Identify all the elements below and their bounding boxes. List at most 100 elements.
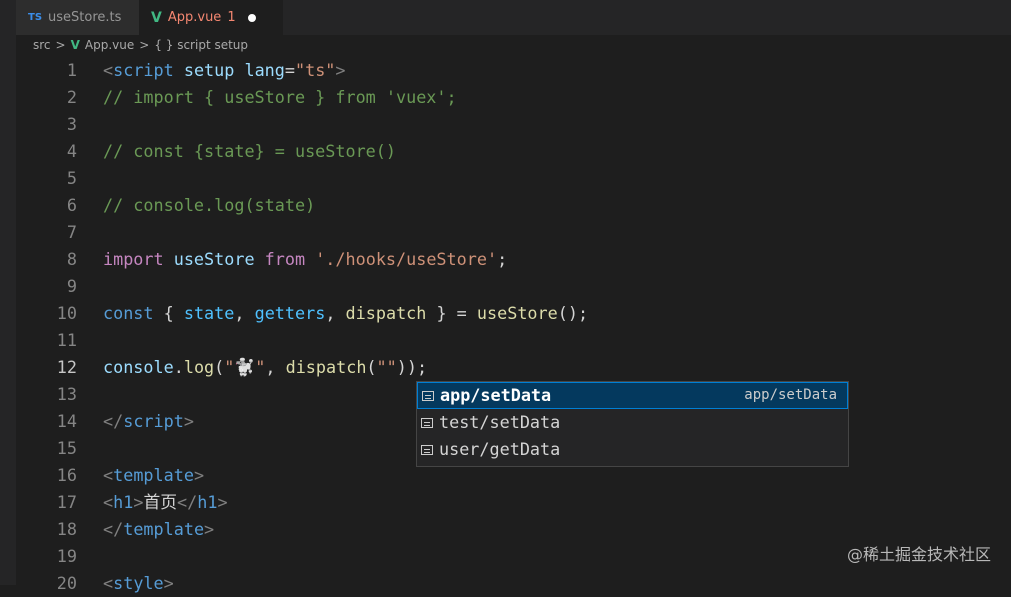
code-token: ( — [366, 357, 377, 377]
code-token: > — [217, 492, 228, 512]
code-token: const — [103, 303, 154, 323]
vue-icon: V — [151, 9, 162, 26]
breadcrumb-file[interactable]: App.vue — [85, 38, 134, 52]
code-token: h1 — [197, 492, 218, 512]
line-number: 6 — [66, 195, 77, 215]
code-token: import — [103, 249, 164, 269]
code-token: console — [103, 357, 174, 377]
code-text: // const {state} = useStore() — [103, 138, 396, 165]
suggestion-label: user/getData — [439, 439, 561, 459]
code-token: > — [193, 465, 205, 485]
code-text: const { state, getters, dispatch } = use… — [103, 300, 588, 327]
suggestion-label: app/setData — [440, 385, 552, 405]
code-token: > — [204, 519, 215, 539]
chevron-right-icon: > — [55, 38, 66, 52]
line-number: 13 — [56, 384, 77, 404]
breadcrumb-symbol[interactable]: { } script setup — [154, 38, 248, 52]
chevron-right-icon: > — [139, 38, 150, 52]
code-token: template — [123, 519, 205, 539]
code-token: useStore — [163, 249, 265, 269]
code-token: "" — [376, 357, 397, 377]
line-number: 8 — [66, 249, 77, 269]
code-token: } = — [426, 303, 477, 323]
code-token: (); — [557, 303, 589, 323]
code-text: </script> — [103, 408, 194, 435]
unsaved-dot-icon[interactable] — [247, 13, 256, 22]
code-token: // console.log(state) — [103, 195, 316, 215]
line-number: 2 — [66, 87, 77, 107]
text-icon — [421, 417, 433, 428]
code-text: </template> — [103, 516, 214, 543]
suggestion-detail: app/setData — [744, 387, 837, 403]
tab-app-vue[interactable]: V App.vue 1 — [139, 0, 283, 35]
autocomplete-widget: app/setData app/setData test/setData user… — [416, 381, 849, 467]
code-token: > — [133, 492, 144, 512]
code-token: > — [183, 411, 194, 431]
code-token: ); — [406, 357, 428, 377]
breadcrumb: src > V App.vue > { } script setup — [33, 38, 248, 52]
code-token: < — [103, 465, 114, 485]
code-token: getters — [254, 303, 326, 323]
code-token: </ — [103, 411, 124, 431]
code-token: { — [153, 303, 184, 323]
code-token: </ — [177, 492, 198, 512]
code-token: = — [284, 60, 295, 80]
code-token: // import { useStore } from 'vuex'; — [103, 87, 457, 107]
code-token: , — [325, 303, 346, 323]
code-token: > — [335, 60, 346, 80]
line-number: 10 — [56, 303, 77, 323]
code-token: dispatch — [285, 357, 367, 377]
code-text: <h1>首页</h1> — [103, 489, 228, 516]
line-number: 20 — [56, 573, 77, 593]
code-token: dispatch — [345, 303, 427, 323]
code-token: "🐩" — [224, 357, 266, 377]
code-text: <script setup lang="ts"> — [103, 57, 346, 84]
code-token: ) — [396, 357, 407, 377]
code-token: "ts" — [295, 60, 336, 80]
line-number: 3 — [66, 114, 77, 134]
suggestion-item[interactable]: test/setData — [417, 409, 848, 436]
line-number: 16 — [56, 465, 77, 485]
code-text: import useStore from './hooks/useStore'; — [103, 246, 507, 273]
code-token: ; — [497, 249, 508, 269]
code-token: </ — [103, 519, 124, 539]
code-token: lang — [234, 60, 285, 80]
line-number: 18 — [56, 519, 77, 539]
sidebar-edge — [0, 0, 16, 585]
line-number: 12 — [56, 357, 77, 377]
vue-icon: V — [70, 38, 80, 52]
code-token: script — [123, 411, 184, 431]
code-token: template — [113, 465, 194, 485]
line-number: 5 — [66, 168, 77, 188]
code-token: 首页 — [143, 492, 178, 512]
code-token: log — [183, 357, 215, 377]
code-token: . — [173, 357, 184, 377]
code-token: state — [183, 303, 235, 323]
line-number: 11 — [56, 330, 77, 350]
code-token: < — [103, 573, 114, 593]
code-token: // const {state} = useStore() — [103, 141, 396, 161]
code-token: './hooks/useStore' — [305, 249, 498, 269]
line-number: 4 — [66, 141, 77, 161]
suggestion-item[interactable]: app/setData app/setData — [417, 382, 848, 409]
line-number: 9 — [66, 276, 77, 296]
tab-label: useStore.ts — [48, 10, 122, 25]
code-token: > — [163, 573, 174, 593]
code-text: console.log("🐩", dispatch("")); — [103, 354, 427, 381]
code-token: useStore — [476, 303, 558, 323]
code-token: h1 — [113, 492, 134, 512]
code-text: <style> — [103, 570, 174, 597]
code-token: setup — [173, 60, 235, 80]
code-token: ( — [214, 357, 225, 377]
line-number: 15 — [56, 438, 77, 458]
text-icon — [421, 444, 433, 455]
code-token: < — [103, 492, 114, 512]
breadcrumb-src[interactable]: src — [33, 38, 51, 52]
suggestion-item[interactable]: user/getData — [417, 436, 848, 463]
code-token: style — [113, 573, 164, 593]
tab-usestore-ts[interactable]: TS useStore.ts — [16, 0, 155, 35]
line-number: 17 — [56, 492, 77, 512]
text-icon — [422, 390, 434, 401]
tab-label: App.vue — [167, 10, 222, 25]
code-token: , — [234, 303, 255, 323]
